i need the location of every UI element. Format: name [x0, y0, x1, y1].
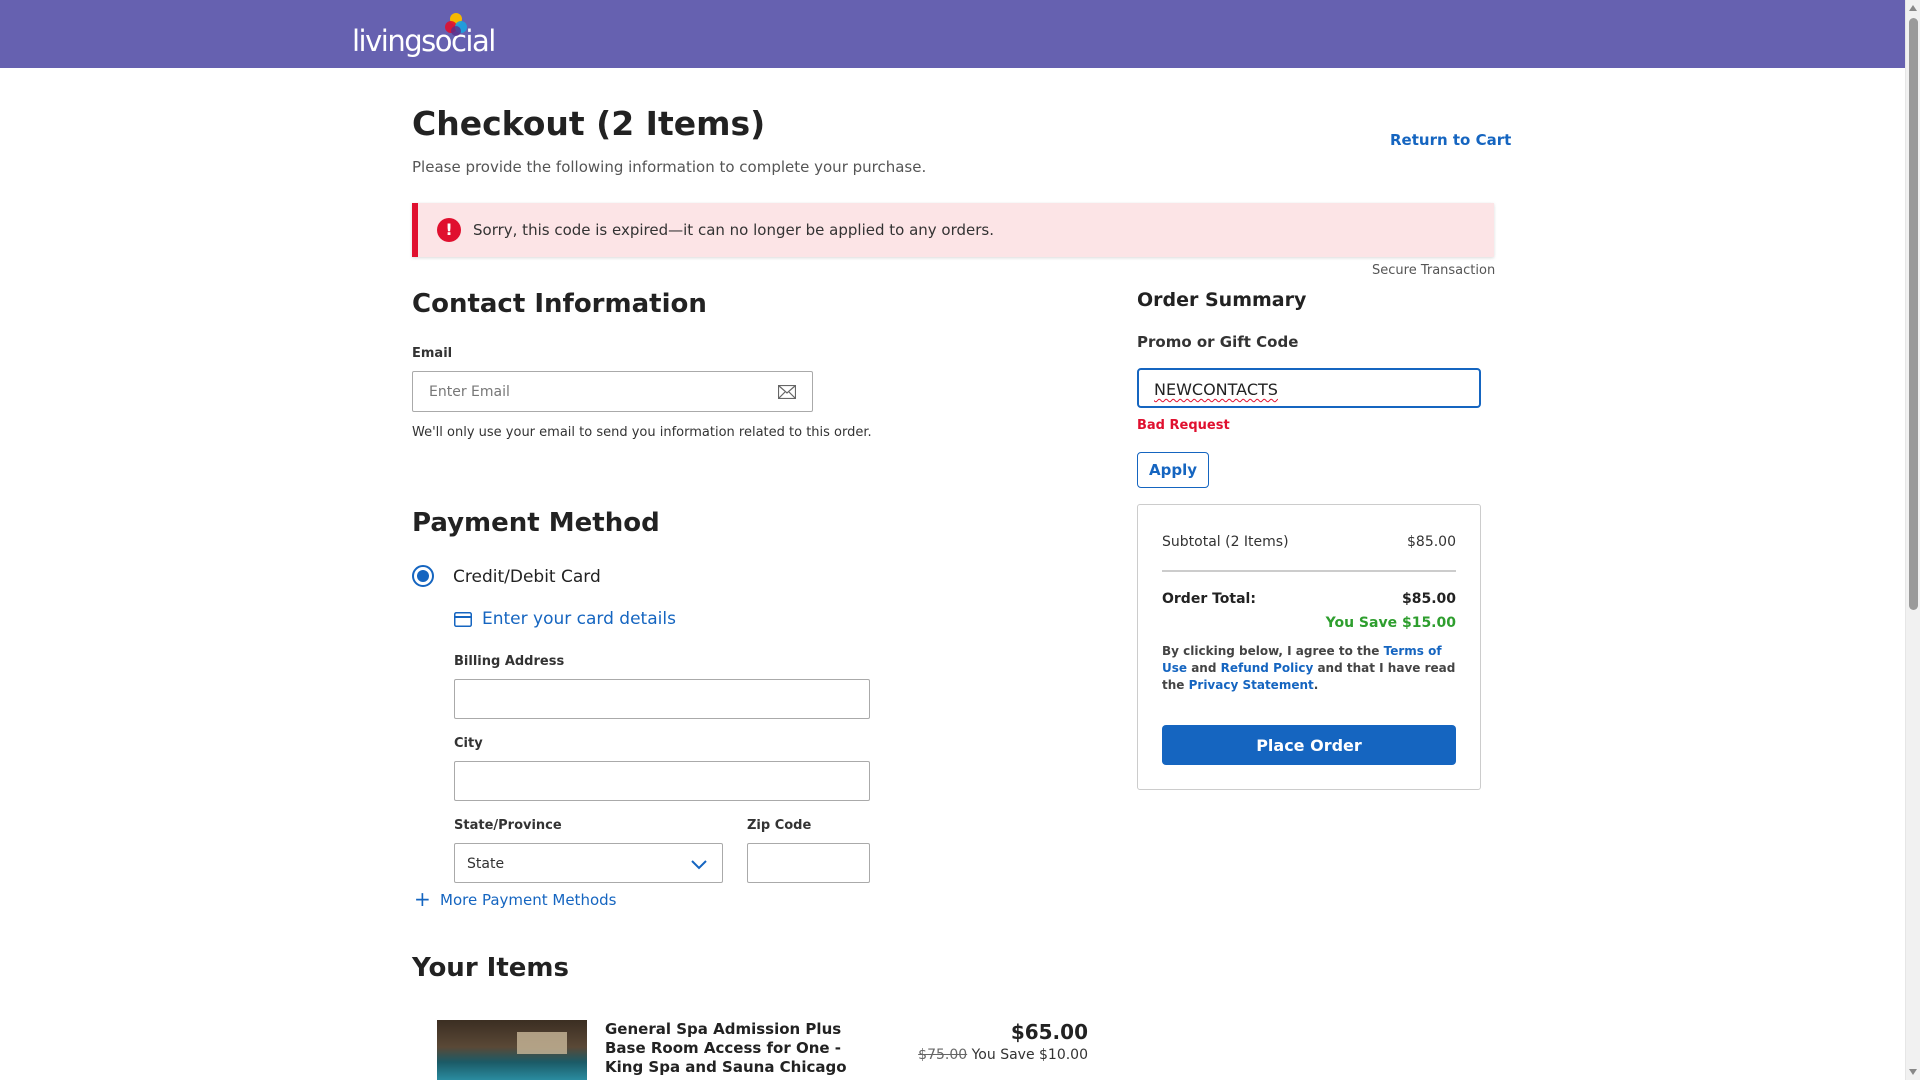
more-payment-methods-text: More Payment Methods: [440, 891, 617, 909]
scroll-thumb[interactable]: [1909, 18, 1918, 610]
promo-error-text: Bad Request: [1137, 418, 1230, 433]
order-total-label: Order Total:: [1162, 591, 1256, 607]
payment-section-title: Payment Method: [412, 508, 660, 538]
promo-code-label: Promo or Gift Code: [1137, 333, 1299, 351]
plus-icon: +: [414, 887, 431, 911]
spa-item-image[interactable]: [437, 1020, 587, 1080]
item-title[interactable]: General Spa Admission Plus Base Room Acc…: [605, 1020, 875, 1077]
contact-section-title: Contact Information: [412, 289, 707, 319]
secure-transaction-label: Secure Transaction: [1372, 263, 1496, 278]
card-link-text: Enter your card details: [482, 609, 676, 629]
state-label: State/Province: [454, 818, 562, 833]
item-savings: $75.00 You Save $10.00: [900, 1047, 1088, 1063]
apply-promo-button[interactable]: Apply: [1137, 452, 1209, 488]
privacy-statement-link[interactable]: Privacy Statement: [1189, 678, 1314, 692]
order-total-value: $85.00: [1401, 591, 1456, 607]
error-exclamation-icon: !: [437, 218, 461, 242]
email-field[interactable]: Enter Email: [412, 371, 813, 412]
order-summary-title: Order Summary: [1137, 289, 1307, 311]
refund-policy-link[interactable]: Refund Policy: [1221, 661, 1314, 675]
logo-dots-icon: [445, 13, 467, 36]
total-savings: You Save $15.00: [1325, 615, 1456, 631]
item-original-price: $75.00: [918, 1047, 968, 1063]
billing-address-field[interactable]: [454, 679, 870, 719]
subtotal-label: Subtotal (2 Items): [1162, 534, 1289, 550]
your-items-title: Your Items: [412, 953, 569, 983]
scroll-down-arrow-icon[interactable]: [1909, 1069, 1917, 1075]
credit-card-radio[interactable]: [412, 565, 434, 587]
zip-label: Zip Code: [747, 818, 812, 833]
city-field[interactable]: [454, 761, 870, 801]
error-alert: ! Sorry, this code is expired—it can no …: [412, 203, 1494, 257]
subtotal-row: Subtotal (2 Items) $85.00: [1162, 534, 1456, 550]
credit-card-icon: [454, 612, 472, 627]
email-label: Email: [412, 346, 453, 361]
order-total-row: Order Total: $85.00: [1162, 591, 1456, 607]
promo-code-value: NEWCONTACTS: [1154, 380, 1278, 399]
state-select[interactable]: State: [454, 843, 723, 883]
legal-text-1: By clicking below, I agree to the: [1162, 644, 1384, 658]
state-select-value: State: [467, 856, 505, 872]
page-scrollbar[interactable]: [1905, 0, 1920, 1080]
item-savings-text: You Save $10.00: [971, 1047, 1088, 1063]
promo-code-input[interactable]: NEWCONTACTS: [1137, 368, 1481, 408]
summary-divider: [1162, 570, 1456, 572]
page-subtitle: Please provide the following information…: [412, 158, 927, 176]
return-to-cart-link[interactable]: Return to Cart: [1390, 131, 1511, 149]
subtotal-value: $85.00: [1407, 534, 1456, 550]
email-help-text: We'll only use your email to send you in…: [412, 425, 872, 440]
city-label: City: [454, 736, 483, 751]
logo-text: livingsocial: [352, 24, 496, 58]
zip-code-field[interactable]: [747, 843, 870, 883]
scroll-up-arrow-icon[interactable]: [1909, 5, 1917, 11]
page-title: Checkout (2 Items): [412, 104, 766, 143]
legal-text-4: .: [1313, 678, 1319, 692]
billing-address-label: Billing Address: [454, 654, 565, 669]
alert-message: Sorry, this code is expired—it can no lo…: [473, 221, 995, 239]
envelope-icon: [778, 385, 796, 399]
legal-text-2: and: [1187, 661, 1221, 675]
chevron-down-icon: [691, 860, 707, 870]
top-header: livingsocial: [0, 0, 1905, 68]
credit-card-option-label[interactable]: Credit/Debit Card: [453, 567, 601, 587]
legal-agreement-text: By clicking below, I agree to the Terms …: [1162, 643, 1456, 694]
email-placeholder: Enter Email: [429, 384, 510, 400]
place-order-button[interactable]: Place Order: [1162, 725, 1456, 765]
livingsocial-logo[interactable]: livingsocial: [352, 10, 496, 58]
item-price: $65.00: [1010, 1020, 1088, 1044]
order-summary-box: Subtotal (2 Items) $85.00 Order Total: $…: [1137, 504, 1481, 790]
